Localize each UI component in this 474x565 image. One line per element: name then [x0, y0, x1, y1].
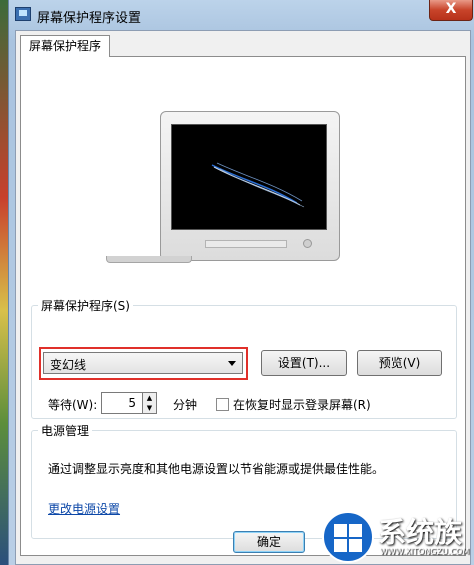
watermark-brand: 系统族 — [378, 516, 463, 549]
power-led — [303, 239, 312, 248]
preview-screen — [171, 124, 327, 230]
change-power-settings-link[interactable]: 更改电源设置 — [48, 500, 120, 517]
watermark-url: WWW.XITONGZU.COM — [380, 547, 470, 556]
settings-button[interactable]: 设置(T)... — [261, 350, 347, 376]
preview-button[interactable]: 预览(V) — [357, 350, 442, 376]
windows-logo-icon — [322, 511, 374, 563]
screensaver-group-label: 屏幕保护程序(S) — [38, 297, 133, 314]
resume-logon-label[interactable]: 在恢复时显示登录屏幕(R) — [233, 396, 371, 413]
wait-spinner[interactable]: ▲ ▼ — [143, 392, 157, 414]
ok-button[interactable]: 确定 — [233, 531, 305, 553]
close-button[interactable]: X — [429, 0, 473, 21]
site-watermark: 系统族 WWW.XITONGZU.COM — [322, 505, 474, 565]
power-description: 通过调整显示亮度和其他电源设置以节省能源或提供最佳性能。 — [48, 462, 385, 476]
title-bar[interactable]: 屏幕保护程序设置 X — [9, 0, 474, 30]
wait-minutes-value: 5 — [128, 396, 136, 410]
monitor-preview — [160, 111, 340, 261]
wait-unit-label: 分钟 — [173, 398, 198, 412]
tab-panel: 屏幕保护程序(S) 变幻线 设置(T)... 预览(V) 等待(W): 5 ▲ … — [20, 56, 466, 556]
ribbon-animation — [211, 162, 305, 208]
spin-up-icon[interactable]: ▲ — [143, 393, 156, 403]
resume-logon-checkbox[interactable] — [216, 398, 229, 411]
wait-label: 等待(W): — [48, 398, 98, 412]
monitor-slot — [205, 240, 287, 248]
tab-screensaver[interactable]: 屏幕保护程序 — [20, 35, 111, 57]
screensaver-settings-window: 屏幕保护程序设置 X 屏幕保护程序 屏幕保护程序(S) 变幻线 设置(T)...… — [8, 0, 474, 565]
dialog-body: 屏幕保护程序 屏幕保护程序(S) 变幻线 设置(T)... 预览(V) 等待(W… — [15, 30, 471, 565]
monitor-stand — [106, 256, 192, 263]
power-group-label: 电源管理 — [38, 422, 93, 439]
highlight-frame — [39, 347, 248, 380]
spin-down-icon[interactable]: ▼ — [143, 403, 156, 413]
monitor-icon — [15, 7, 31, 21]
window-title: 屏幕保护程序设置 — [37, 11, 142, 26]
wait-minutes-input[interactable]: 5 — [101, 392, 143, 414]
